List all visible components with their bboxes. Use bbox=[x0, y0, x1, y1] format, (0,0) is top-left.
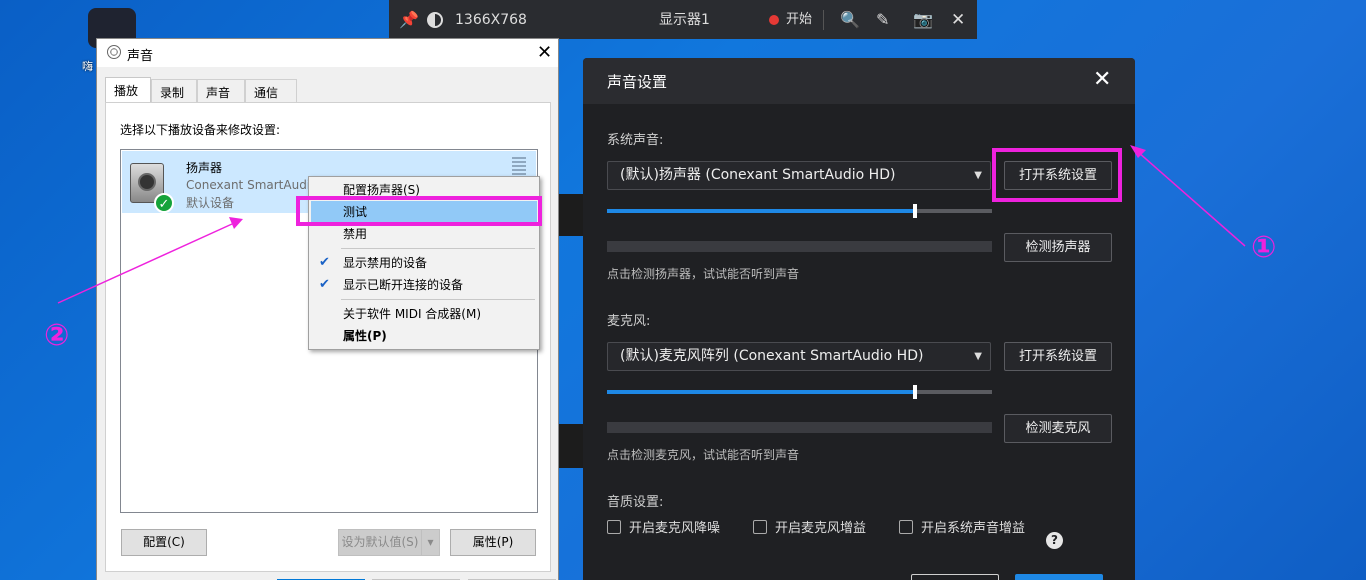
set-default-button[interactable]: 设为默认值(S) bbox=[338, 529, 422, 556]
default-check-icon: ✓ bbox=[154, 193, 174, 213]
quality-label: 音质设置: bbox=[607, 495, 664, 510]
slider-thumb[interactable] bbox=[913, 204, 917, 218]
detect-speaker-button[interactable]: 检测扬声器 bbox=[1004, 233, 1112, 262]
microphone-select[interactable]: (默认)麦克风阵列 (Conexant SmartAudio HD) ▼ bbox=[607, 342, 991, 371]
slider-fill bbox=[607, 390, 915, 394]
annotation-label-two: ② bbox=[44, 318, 70, 353]
close-icon[interactable]: ✕ bbox=[537, 42, 552, 63]
record-dot-icon bbox=[769, 15, 779, 25]
checkbox-box[interactable] bbox=[899, 520, 913, 534]
speaker-icon bbox=[107, 45, 121, 59]
slider-fill bbox=[607, 209, 915, 213]
speaker-level-meter bbox=[607, 241, 992, 252]
slider-thumb[interactable] bbox=[913, 385, 917, 399]
tab-recording[interactable]: 录制 bbox=[151, 79, 197, 102]
menu-item-disable[interactable]: 禁用 bbox=[311, 223, 537, 245]
settings-header[interactable]: 声音设置 ✕ bbox=[583, 58, 1135, 104]
microphone-label: 麦克风: bbox=[607, 314, 651, 329]
check-icon: ✔ bbox=[319, 277, 330, 292]
settings-title: 声音设置 bbox=[607, 73, 668, 91]
menu-item-show-disabled[interactable]: ✔ 显示禁用的设备 bbox=[311, 252, 537, 274]
annotation-label-one: ① bbox=[1251, 230, 1277, 265]
open-system-settings-mic-button[interactable]: 打开系统设置 bbox=[1004, 342, 1112, 371]
chevron-down-icon[interactable]: ▾ bbox=[421, 529, 440, 556]
close-icon[interactable]: ✕ bbox=[1093, 67, 1111, 92]
microphone-select-value: (默认)麦克风阵列 (Conexant SmartAudio HD) bbox=[620, 348, 924, 364]
check-icon: ✔ bbox=[319, 255, 330, 270]
checkbox-box[interactable] bbox=[607, 520, 621, 534]
instruction-text: 选择以下播放设备来修改设置: bbox=[120, 123, 281, 137]
annotation-arrow-one bbox=[1137, 151, 1246, 247]
background-window bbox=[556, 194, 584, 236]
properties-button[interactable]: 属性(P) bbox=[450, 529, 536, 556]
system-sound-label: 系统声音: bbox=[607, 133, 664, 148]
confirm-button-edge[interactable] bbox=[1015, 574, 1103, 580]
checkbox-label: 开启麦克风增益 bbox=[775, 521, 867, 536]
checkbox-mic-gain[interactable]: 开启麦克风增益 bbox=[753, 517, 866, 536]
search-icon[interactable]: 🔍 bbox=[840, 10, 860, 30]
contrast-icon[interactable] bbox=[427, 12, 443, 28]
annotation-highlight-open-settings bbox=[992, 148, 1122, 202]
menu-divider bbox=[341, 248, 535, 249]
pin-icon[interactable]: 📌 bbox=[399, 10, 419, 30]
speaker-volume-slider[interactable] bbox=[607, 204, 992, 218]
speaker-select-value: (默认)扬声器 (Conexant SmartAudio HD) bbox=[620, 167, 896, 183]
caret-down-icon: ▼ bbox=[974, 170, 982, 181]
help-icon[interactable]: ? bbox=[1046, 532, 1063, 549]
menu-item-label: 显示禁用的设备 bbox=[343, 256, 428, 270]
mic-hint: 点击检测麦克风，试试能否听到声音 bbox=[607, 448, 800, 462]
toolbar-divider bbox=[823, 10, 824, 30]
device-status: 默认设备 bbox=[186, 196, 235, 210]
mic-volume-slider[interactable] bbox=[607, 385, 992, 399]
speaker-cone-icon bbox=[138, 173, 156, 191]
caret-down-icon: ▼ bbox=[974, 351, 982, 362]
device-driver: Conexant SmartAudio bbox=[186, 178, 318, 192]
capture-toolbar: 📌 1366X768 显示器1 开始 🔍 ✎ 📷 ✕ bbox=[389, 0, 977, 39]
sound-settings-panel: 声音设置 ✕ 系统声音: (默认)扬声器 (Conexant SmartAudi… bbox=[583, 58, 1135, 580]
cancel-button-edge[interactable] bbox=[911, 574, 999, 580]
menu-divider bbox=[341, 299, 535, 300]
checkbox-box[interactable] bbox=[753, 520, 767, 534]
menu-item-properties[interactable]: 属性(P) bbox=[311, 325, 537, 347]
sound-dialog-titlebar[interactable]: 声音 ✕ bbox=[97, 39, 558, 67]
speaker-select[interactable]: (默认)扬声器 (Conexant SmartAudio HD) ▼ bbox=[607, 161, 991, 190]
checkbox-label: 开启麦克风降噪 bbox=[629, 521, 721, 536]
detect-mic-button[interactable]: 检测麦克风 bbox=[1004, 414, 1112, 443]
menu-item-show-disconnected[interactable]: ✔ 显示已断开连接的设备 bbox=[311, 274, 537, 296]
camera-icon[interactable]: 📷 bbox=[913, 10, 933, 30]
configure-button[interactable]: 配置(C) bbox=[121, 529, 207, 556]
tab-playback[interactable]: 播放 bbox=[105, 77, 151, 103]
device-name: 扬声器 bbox=[186, 161, 223, 175]
checkbox-mic-noise-reduction[interactable]: 开启麦克风降噪 bbox=[607, 517, 720, 536]
speaker-hint: 点击检测扬声器，试试能否听到声音 bbox=[607, 267, 800, 281]
menu-item-label: 显示已断开连接的设备 bbox=[343, 278, 464, 292]
close-icon[interactable]: ✕ bbox=[951, 10, 965, 30]
monitor-selector[interactable]: 显示器1 bbox=[659, 10, 710, 30]
checkbox-system-sound-gain[interactable]: 开启系统声音增益 bbox=[899, 517, 1025, 536]
tab-sounds[interactable]: 声音 bbox=[197, 79, 245, 102]
sound-dialog-title: 声音 bbox=[127, 49, 154, 64]
resolution-text: 1366X768 bbox=[455, 12, 527, 28]
annotation-highlight-test bbox=[296, 196, 542, 226]
background-window bbox=[556, 424, 584, 468]
pen-icon[interactable]: ✎ bbox=[876, 10, 889, 30]
desktop-icon-label: 嗨 bbox=[82, 60, 93, 73]
menu-item-about-midi[interactable]: 关于软件 MIDI 合成器(M) bbox=[311, 303, 537, 325]
checkbox-label: 开启系统声音增益 bbox=[921, 521, 1026, 536]
mic-level-meter bbox=[607, 422, 992, 433]
start-record-button[interactable]: 开始 bbox=[786, 10, 812, 30]
tab-communications[interactable]: 通信 bbox=[245, 79, 297, 102]
